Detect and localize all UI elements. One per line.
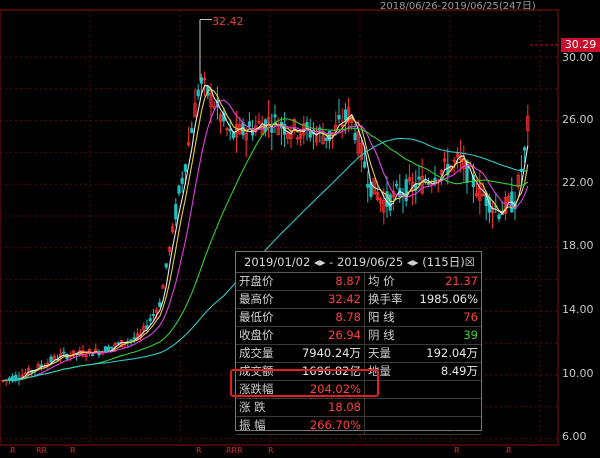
y-tick-18: 18.00 — [562, 239, 594, 252]
candle-body — [273, 114, 277, 118]
candle-body — [183, 164, 187, 172]
stats-row: 振 幅 266.70% — [236, 416, 481, 435]
stat-value — [415, 380, 481, 399]
candle-body — [343, 109, 348, 121]
y-tick-22: 22.00 — [562, 176, 594, 189]
candle-body — [180, 177, 184, 184]
stats-row: 成交量 7940.24万 天量 192.04万 — [236, 344, 481, 363]
candle-body — [231, 132, 235, 139]
candle-body — [324, 137, 328, 141]
r-mark: R — [454, 446, 460, 455]
candle-body — [353, 132, 357, 141]
candle-body — [337, 114, 341, 120]
stat-label: 涨 跌 — [236, 398, 286, 417]
candle-body — [174, 204, 178, 220]
candle-body — [103, 346, 107, 353]
candle-body — [308, 132, 312, 138]
stats-header[interactable]: 2019/01/02 ◂▸ - 2019/06/25 ◂▸ (115日)☒ — [236, 252, 481, 273]
candle-body — [362, 161, 367, 168]
y-tick-26: 26.00 — [562, 113, 594, 126]
candle-body — [129, 339, 133, 342]
candle-body — [164, 263, 168, 268]
r-mark: RR — [36, 446, 48, 455]
stat-label: 阴 线 — [364, 326, 415, 345]
stat-value: 266.70% — [286, 416, 365, 435]
candle-body — [394, 183, 399, 187]
candle-body — [270, 128, 274, 133]
candle-body — [497, 214, 501, 220]
high-price-label: 32.42 — [212, 15, 244, 28]
stat-label: 阳 线 — [364, 308, 415, 327]
candle-body — [132, 337, 136, 340]
stat-value: 192.04万 — [415, 344, 481, 363]
candle-body — [199, 77, 203, 84]
date-range-label: 2018/06/26-2019/06/25(247日) — [380, 1, 536, 12]
candle-body — [366, 184, 370, 188]
stat-label: 成交量 — [236, 344, 286, 363]
stat-value: 1985.06% — [415, 290, 481, 309]
stat-label: 天量 — [364, 344, 415, 363]
stats-row: 最低价 8.78 阳 线 76 — [236, 308, 481, 327]
r-mark: R — [196, 446, 202, 455]
stats-row: 最高价 32.42 换手率 1985.06% — [236, 290, 481, 309]
candle-body — [151, 314, 155, 316]
y-tick-10: 10.00 — [562, 367, 594, 380]
stat-label — [364, 398, 415, 417]
candle-body — [247, 121, 251, 127]
candle-body — [7, 377, 11, 380]
stats-date-range[interactable]: 2019/01/02 ◂▸ - 2019/06/25 ◂▸ — [244, 255, 418, 269]
stat-value: 76 — [415, 308, 481, 327]
candle-body — [110, 346, 114, 349]
stat-label: 收盘价 — [236, 326, 286, 345]
stat-value: 32.42 — [286, 290, 365, 309]
stat-label: 均 价 — [364, 273, 415, 291]
candle-body — [62, 351, 66, 354]
y-tick-30: 30.00 — [562, 51, 594, 64]
candle-body — [196, 89, 200, 97]
stat-value: 21.37 — [415, 273, 481, 291]
candle-body — [107, 346, 111, 352]
stats-table: 开盘价 8.87 均 价 21.37 最高价 32.42 换手率 1985.06% 最低价 8.7… — [236, 273, 481, 435]
stat-value: 39 — [415, 326, 481, 345]
stat-value: 8.78 — [286, 308, 365, 327]
stat-label: 最低价 — [236, 308, 286, 327]
stats-row: 涨 跌 18.08 — [236, 398, 481, 417]
candle-body — [148, 318, 152, 322]
candle-body — [158, 302, 162, 307]
stat-label — [364, 416, 415, 435]
stat-value: 8.87 — [286, 273, 365, 291]
last-price-tag: 30.29 — [561, 38, 600, 52]
candle-body — [14, 374, 18, 380]
stat-label: 换手率 — [364, 290, 415, 309]
stat-value: 8.49万 — [415, 362, 481, 381]
candle-body — [523, 147, 527, 151]
candle-body — [190, 128, 194, 134]
stats-days-count[interactable]: (115日)☒ — [422, 252, 475, 272]
stat-label: 最高价 — [236, 290, 286, 309]
r-mark: R — [268, 446, 274, 455]
r-mark: R — [506, 446, 512, 455]
r-mark: R — [10, 446, 16, 455]
change-pct-highlight — [230, 369, 379, 397]
stat-value: 18.08 — [286, 398, 365, 417]
candle-body — [417, 176, 421, 180]
candle-body — [388, 194, 392, 211]
stat-label: 开盘价 — [236, 273, 286, 291]
y-tick-6: 6.00 — [562, 430, 587, 443]
stat-label: 振 幅 — [236, 416, 286, 435]
interval-stats-panel[interactable]: 2019/01/02 ◂▸ - 2019/06/25 ◂▸ (115日)☒ 开盘… — [235, 251, 482, 435]
r-mark: RRR — [226, 446, 243, 455]
stats-row: 收盘价 26.94 阴 线 39 — [236, 326, 481, 345]
stat-value: 26.94 — [286, 326, 365, 345]
candle-body — [91, 354, 95, 357]
candle-body — [49, 356, 53, 363]
stats-row: 开盘价 8.87 均 价 21.37 — [236, 273, 481, 291]
stat-value — [415, 398, 481, 417]
stat-value — [415, 416, 481, 435]
candle-body — [177, 185, 181, 194]
r-mark: R — [70, 446, 76, 455]
stat-value: 7940.24万 — [286, 344, 365, 363]
y-tick-14: 14.00 — [562, 303, 594, 316]
